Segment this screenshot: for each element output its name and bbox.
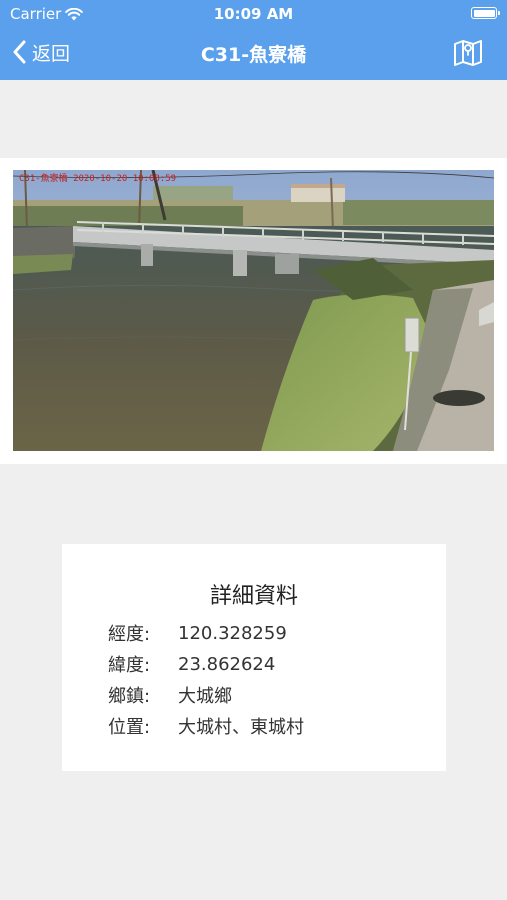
detail-row-township: 鄉鎮: 大城鄉 — [108, 683, 232, 707]
page-title: C31-魚寮橋 — [200, 44, 307, 66]
camera-timestamp-overlay: C31-魚寮橋 2020-10-20 10:08:59 — [19, 174, 177, 184]
detail-value: 大城鄉 — [178, 686, 232, 707]
detail-label: 緯度: — [108, 655, 151, 676]
detail-value: 23.862624 — [178, 653, 276, 675]
chevron-left-icon — [13, 40, 26, 64]
detail-label: 經度: — [108, 624, 151, 645]
navigation-bar: 返回 C31-魚寮橋 — [0, 30, 507, 74]
camera-snapshot: C31-魚寮橋 2020-10-20 10:08:59 — [13, 170, 494, 451]
camera-panel: C31-魚寮橋 2020-10-20 10:08:59 — [0, 158, 507, 464]
detail-label: 位置: — [108, 717, 151, 738]
detail-value: 大城村、東城村 — [178, 717, 304, 738]
details-title: 詳細資料 — [209, 584, 298, 609]
map-icon — [454, 40, 482, 66]
map-button[interactable] — [453, 38, 483, 66]
back-button[interactable]: 返回 — [12, 38, 70, 66]
details-card: 詳細資料 經度: 120.328259 緯度: 23.862624 鄉鎮: 大城… — [62, 544, 446, 771]
detail-row-longitude: 經度: 120.328259 — [108, 621, 287, 646]
battery-icon — [471, 7, 500, 19]
camera-image — [13, 170, 494, 451]
detail-row-location: 位置: 大城村、東城村 — [108, 714, 304, 738]
detail-value: 120.328259 — [178, 622, 287, 644]
status-bar: Carrier 10:09 AM — [0, 0, 507, 28]
back-button-label: 返回 — [32, 42, 71, 65]
status-time: 10:09 AM — [213, 5, 294, 23]
detail-row-latitude: 緯度: 23.862624 — [108, 652, 276, 677]
app-header: Carrier 10:09 AM 返回 C31-魚寮橋 — [0, 0, 507, 80]
detail-label: 鄉鎮: — [108, 686, 151, 707]
